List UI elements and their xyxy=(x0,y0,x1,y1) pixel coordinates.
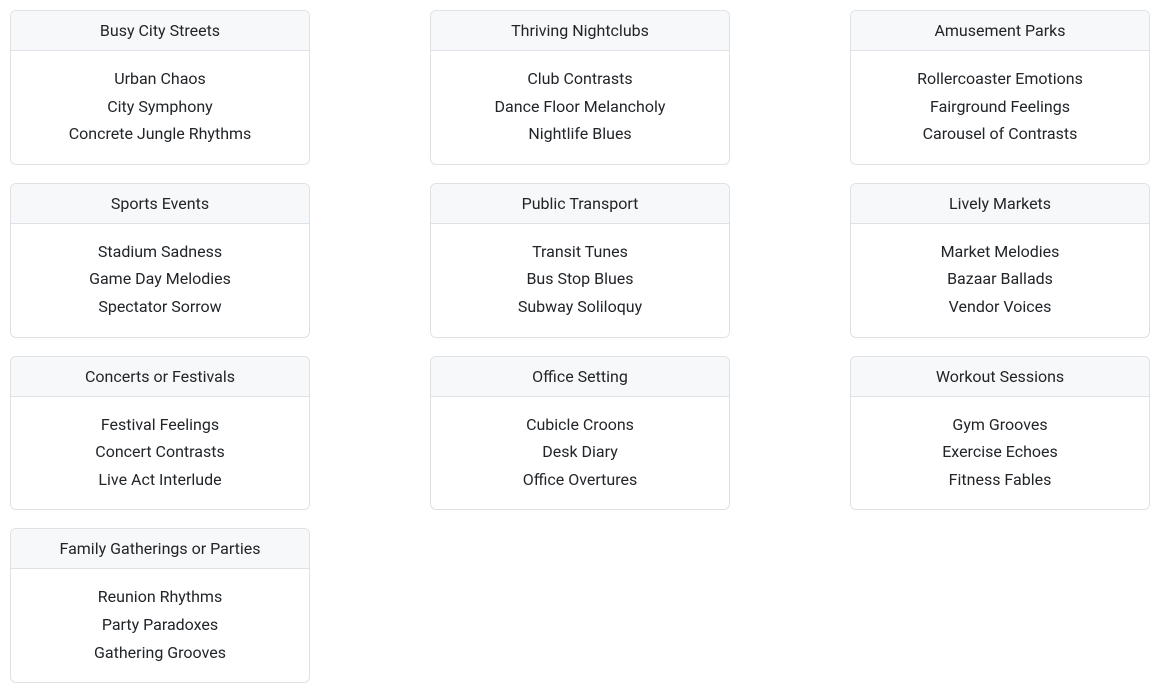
card-item: Carousel of Contrasts xyxy=(865,120,1135,148)
card-header: Concerts or Festivals xyxy=(11,357,309,397)
category-card: Lively MarketsMarket MelodiesBazaar Ball… xyxy=(850,183,1150,338)
category-card: Sports EventsStadium SadnessGame Day Mel… xyxy=(10,183,310,338)
card-item: Nightlife Blues xyxy=(445,120,715,148)
card-header: Lively Markets xyxy=(851,184,1149,224)
card-item: Party Paradoxes xyxy=(25,611,295,639)
category-card: Concerts or FestivalsFestival FeelingsCo… xyxy=(10,356,310,511)
category-card: Workout SessionsGym GroovesExercise Echo… xyxy=(850,356,1150,511)
category-card: Family Gatherings or PartiesReunion Rhyt… xyxy=(10,528,310,683)
card-item: Bus Stop Blues xyxy=(445,265,715,293)
card-item: Gym Grooves xyxy=(865,411,1135,439)
category-card: Public TransportTransit TunesBus Stop Bl… xyxy=(430,183,730,338)
card-header: Office Setting xyxy=(431,357,729,397)
category-card: Busy City StreetsUrban ChaosCity Symphon… xyxy=(10,10,310,165)
card-item: Stadium Sadness xyxy=(25,238,295,266)
card-item: Desk Diary xyxy=(445,438,715,466)
card-item: City Symphony xyxy=(25,93,295,121)
card-item: Game Day Melodies xyxy=(25,265,295,293)
card-item: Concrete Jungle Rhythms xyxy=(25,120,295,148)
card-body: Festival FeelingsConcert ContrastsLive A… xyxy=(11,397,309,510)
card-item: Spectator Sorrow xyxy=(25,293,295,321)
card-body: Reunion RhythmsParty ParadoxesGathering … xyxy=(11,569,309,682)
card-body: Stadium SadnessGame Day MelodiesSpectato… xyxy=(11,224,309,337)
card-item: Fitness Fables xyxy=(865,466,1135,494)
category-card: Office SettingCubicle CroonsDesk DiaryOf… xyxy=(430,356,730,511)
card-header: Public Transport xyxy=(431,184,729,224)
card-item: Cubicle Croons xyxy=(445,411,715,439)
card-body: Cubicle CroonsDesk DiaryOffice Overtures xyxy=(431,397,729,510)
card-body: Urban ChaosCity SymphonyConcrete Jungle … xyxy=(11,51,309,164)
card-header: Workout Sessions xyxy=(851,357,1149,397)
category-card: Thriving NightclubsClub ContrastsDance F… xyxy=(430,10,730,165)
card-body: Transit TunesBus Stop BluesSubway Solilo… xyxy=(431,224,729,337)
card-item: Market Melodies xyxy=(865,238,1135,266)
card-item: Dance Floor Melancholy xyxy=(445,93,715,121)
card-header: Busy City Streets xyxy=(11,11,309,51)
card-body: Club ContrastsDance Floor MelancholyNigh… xyxy=(431,51,729,164)
card-item: Live Act Interlude xyxy=(25,466,295,494)
card-item: Office Overtures xyxy=(445,466,715,494)
card-header: Family Gatherings or Parties xyxy=(11,529,309,569)
card-item: Urban Chaos xyxy=(25,65,295,93)
category-card: Amusement ParksRollercoaster EmotionsFai… xyxy=(850,10,1150,165)
card-header: Sports Events xyxy=(11,184,309,224)
card-item: Bazaar Ballads xyxy=(865,265,1135,293)
card-item: Exercise Echoes xyxy=(865,438,1135,466)
card-body: Gym GroovesExercise EchoesFitness Fables xyxy=(851,397,1149,510)
card-body: Market MelodiesBazaar BalladsVendor Voic… xyxy=(851,224,1149,337)
card-item: Subway Soliloquy xyxy=(445,293,715,321)
card-grid: Busy City StreetsUrban ChaosCity Symphon… xyxy=(10,10,1151,683)
card-item: Festival Feelings xyxy=(25,411,295,439)
card-item: Reunion Rhythms xyxy=(25,583,295,611)
card-header: Thriving Nightclubs xyxy=(431,11,729,51)
card-item: Club Contrasts xyxy=(445,65,715,93)
card-item: Concert Contrasts xyxy=(25,438,295,466)
card-item: Rollercoaster Emotions xyxy=(865,65,1135,93)
card-body: Rollercoaster EmotionsFairground Feeling… xyxy=(851,51,1149,164)
card-item: Vendor Voices xyxy=(865,293,1135,321)
card-item: Fairground Feelings xyxy=(865,93,1135,121)
card-item: Gathering Grooves xyxy=(25,639,295,667)
card-header: Amusement Parks xyxy=(851,11,1149,51)
card-item: Transit Tunes xyxy=(445,238,715,266)
